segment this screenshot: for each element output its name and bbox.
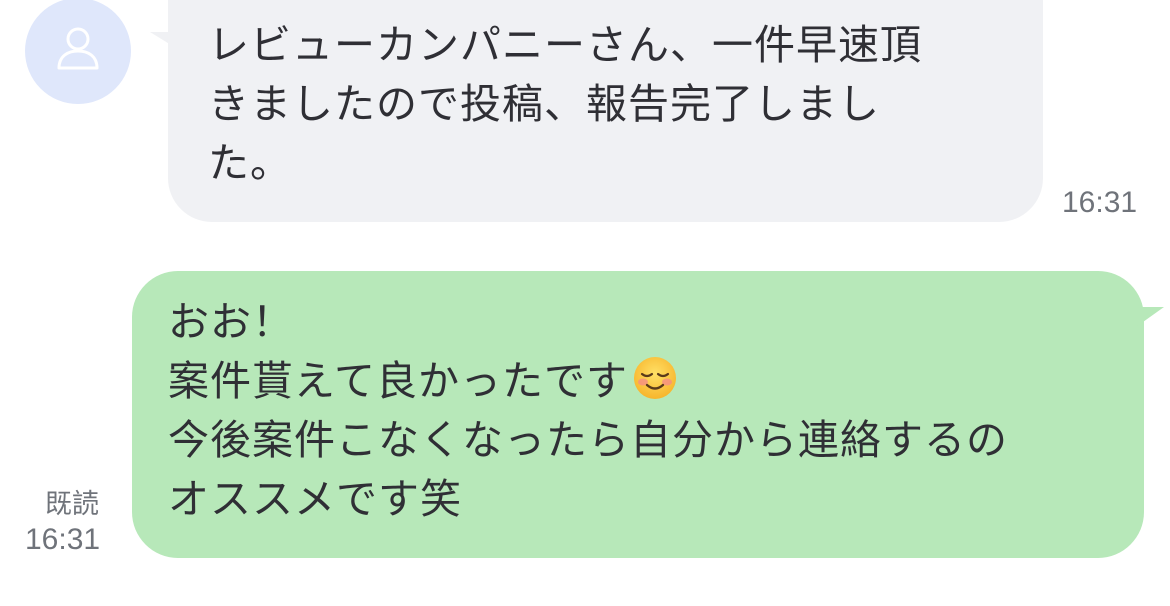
person-icon [57, 27, 99, 70]
contact-avatar[interactable] [25, 0, 131, 104]
outgoing-message-line: おお！ [168, 298, 294, 346]
outgoing-message-text: 案件貰えて良かったです [168, 357, 628, 405]
outgoing-message-line: 今後案件こなくなったら自分から連絡するの [168, 416, 1008, 464]
outgoing-timestamp: 16:31 [25, 523, 101, 556]
read-receipt-label: 既読 [45, 489, 99, 520]
outgoing-message-line: 案件貰えて良かったです [168, 352, 1124, 411]
incoming-message-line: た。 [208, 139, 292, 187]
incoming-message-bubble[interactable]: レビューカンパニーさん、一件早速頂 きましたので投稿、報告完了しまし た。 [150, 0, 1043, 222]
incoming-timestamp: 16:31 [1062, 186, 1138, 219]
incoming-message-line: きましたので投稿、報告完了しまし [208, 80, 880, 128]
outgoing-message-line: オススメです笑 [168, 475, 462, 523]
incoming-message-line: レビューカンパニーさん、一件早速頂 [208, 21, 922, 69]
outgoing-message-bubble[interactable]: おお！ 案件貰えて良かったです 今後案件こなくなったら自分から連絡するの オスス… [132, 271, 1164, 558]
smiling-face-icon [633, 357, 676, 399]
